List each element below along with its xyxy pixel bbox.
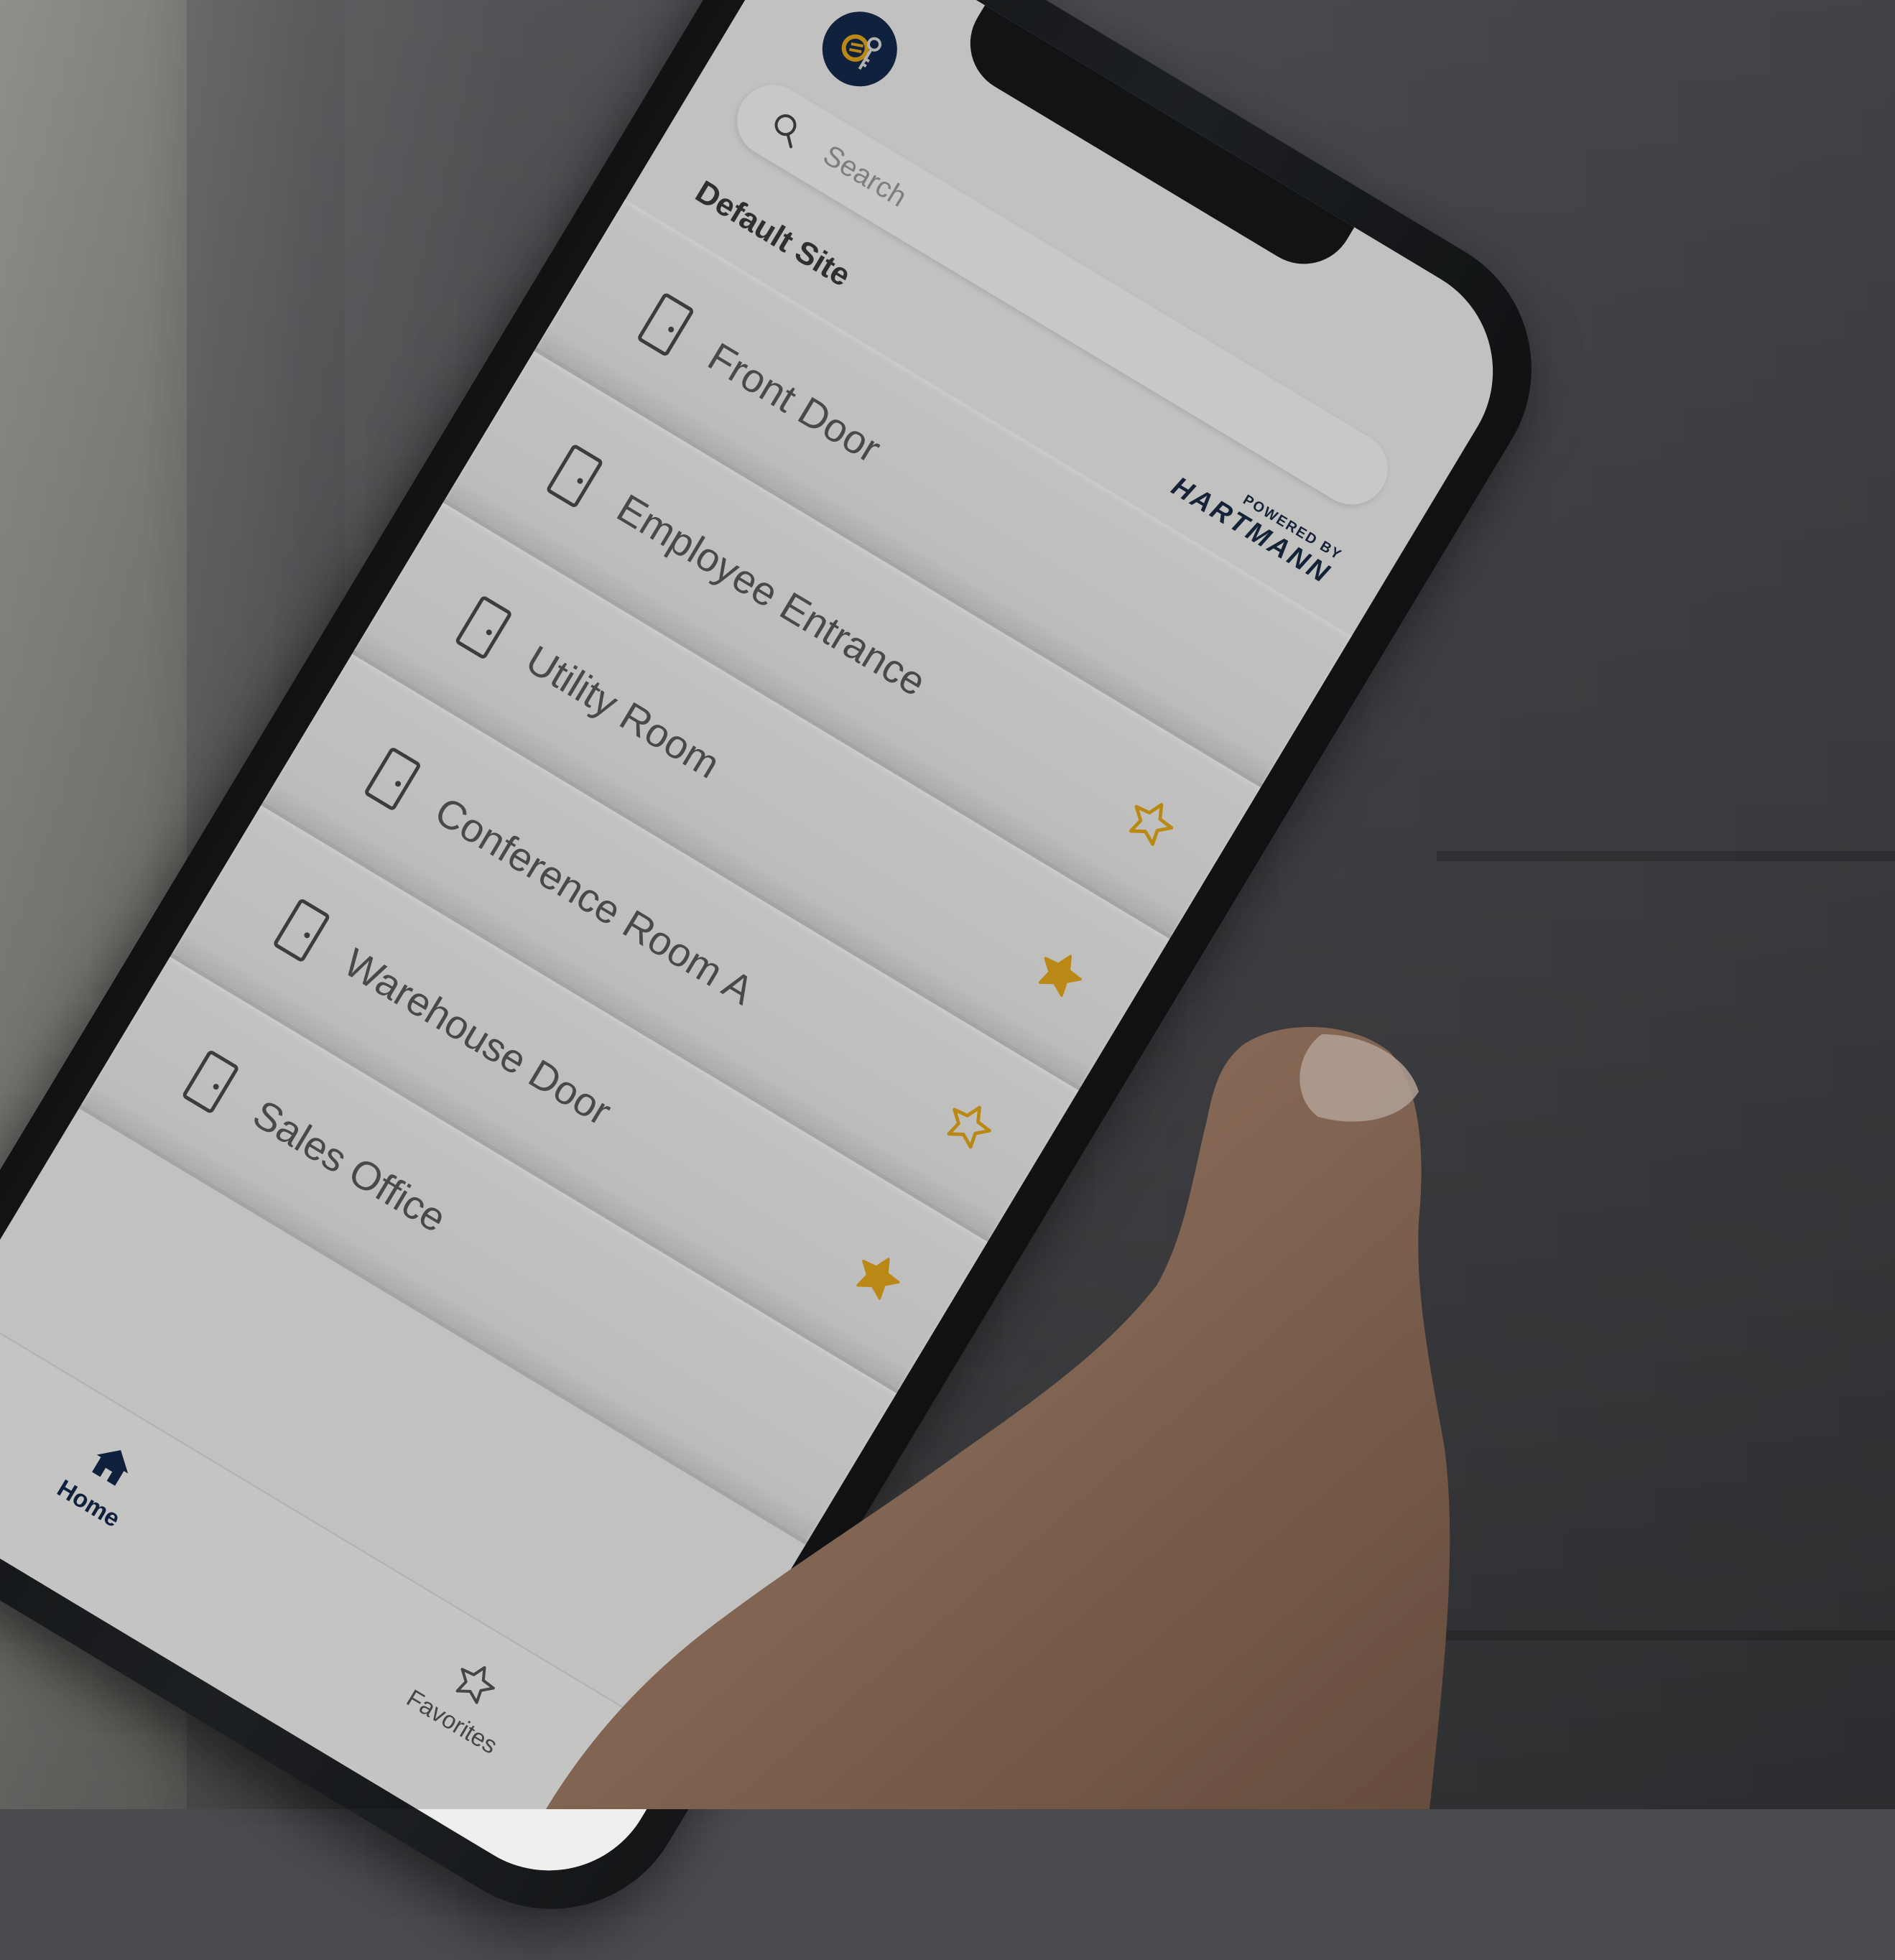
door-icon — [634, 289, 698, 359]
door-icon — [361, 744, 425, 814]
door-icon — [269, 896, 333, 965]
door-icon — [542, 441, 606, 511]
key-logo-icon — [824, 14, 895, 85]
app-logo[interactable] — [808, 0, 912, 101]
home-icon — [80, 1434, 144, 1497]
search-icon — [765, 107, 808, 150]
door-icon — [179, 1047, 243, 1117]
nav-item-favorites[interactable]: Favorites — [352, 1608, 579, 1790]
door-icon — [452, 593, 516, 662]
nav-item-home[interactable]: Home — [0, 1390, 216, 1571]
star-outline-icon — [444, 1652, 507, 1715]
